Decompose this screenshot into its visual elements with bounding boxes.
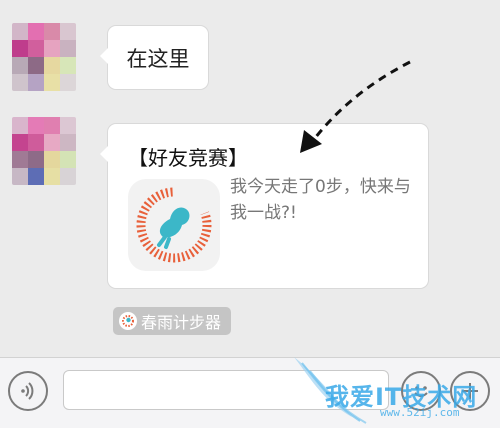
emoji-button[interactable] (401, 371, 441, 411)
app-logo-icon (119, 312, 137, 330)
voice-wave-icon (21, 382, 34, 400)
source-app-tag[interactable]: 春雨计步器 (113, 307, 232, 335)
input-bar (0, 357, 500, 428)
message-text: 在这里 (126, 46, 190, 71)
message-bubble[interactable]: 在这里 (100, 26, 208, 89)
plus-icon (462, 383, 478, 399)
smiley-icon (414, 386, 428, 397)
app-icon-graphic (136, 186, 212, 263)
source-app-label: 春雨计步器 (141, 313, 222, 332)
avatar[interactable] (12, 23, 76, 91)
card-description: 我今天走了0步，快来与我一战?! (230, 177, 411, 223)
plus-button[interactable] (450, 371, 490, 411)
avatar[interactable] (12, 117, 76, 185)
message-input[interactable] (63, 370, 389, 410)
pointer-arrow (300, 60, 411, 153)
running-figure-icon (128, 179, 220, 271)
voice-button[interactable] (8, 371, 48, 411)
card-title: 【好友竞赛】 (128, 146, 248, 170)
